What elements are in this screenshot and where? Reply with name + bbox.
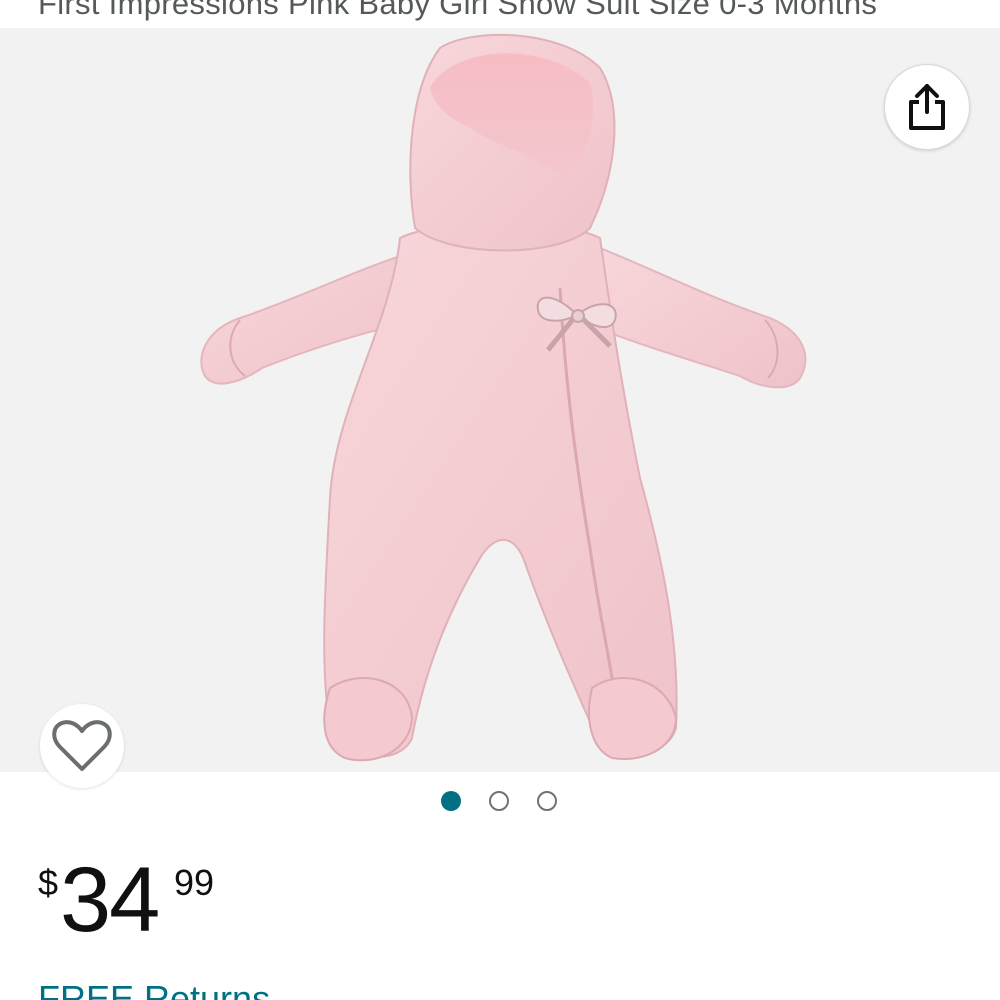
price-whole: 34 <box>60 849 160 951</box>
price-fraction: 99 <box>174 862 215 903</box>
pagination-dot-1[interactable] <box>441 791 461 811</box>
pagination-dot-3[interactable] <box>537 791 557 811</box>
price-currency-symbol: $ <box>38 862 59 903</box>
share-button[interactable] <box>884 64 970 150</box>
product-page: First Impressions Pink Baby Girl Snow Su… <box>0 0 1000 1000</box>
product-title[interactable]: First Impressions Pink Baby Girl Snow Su… <box>38 0 877 22</box>
share-icon <box>909 84 945 130</box>
product-image[interactable] <box>0 28 1000 772</box>
pagination-dot-2[interactable] <box>489 791 509 811</box>
heart-outline-icon <box>52 720 112 771</box>
add-to-wishlist-button[interactable] <box>40 704 124 788</box>
free-returns-link[interactable]: FREE Returns <box>38 978 270 1000</box>
image-pagination <box>0 791 1000 815</box>
product-image-gallery[interactable] <box>0 28 1000 788</box>
